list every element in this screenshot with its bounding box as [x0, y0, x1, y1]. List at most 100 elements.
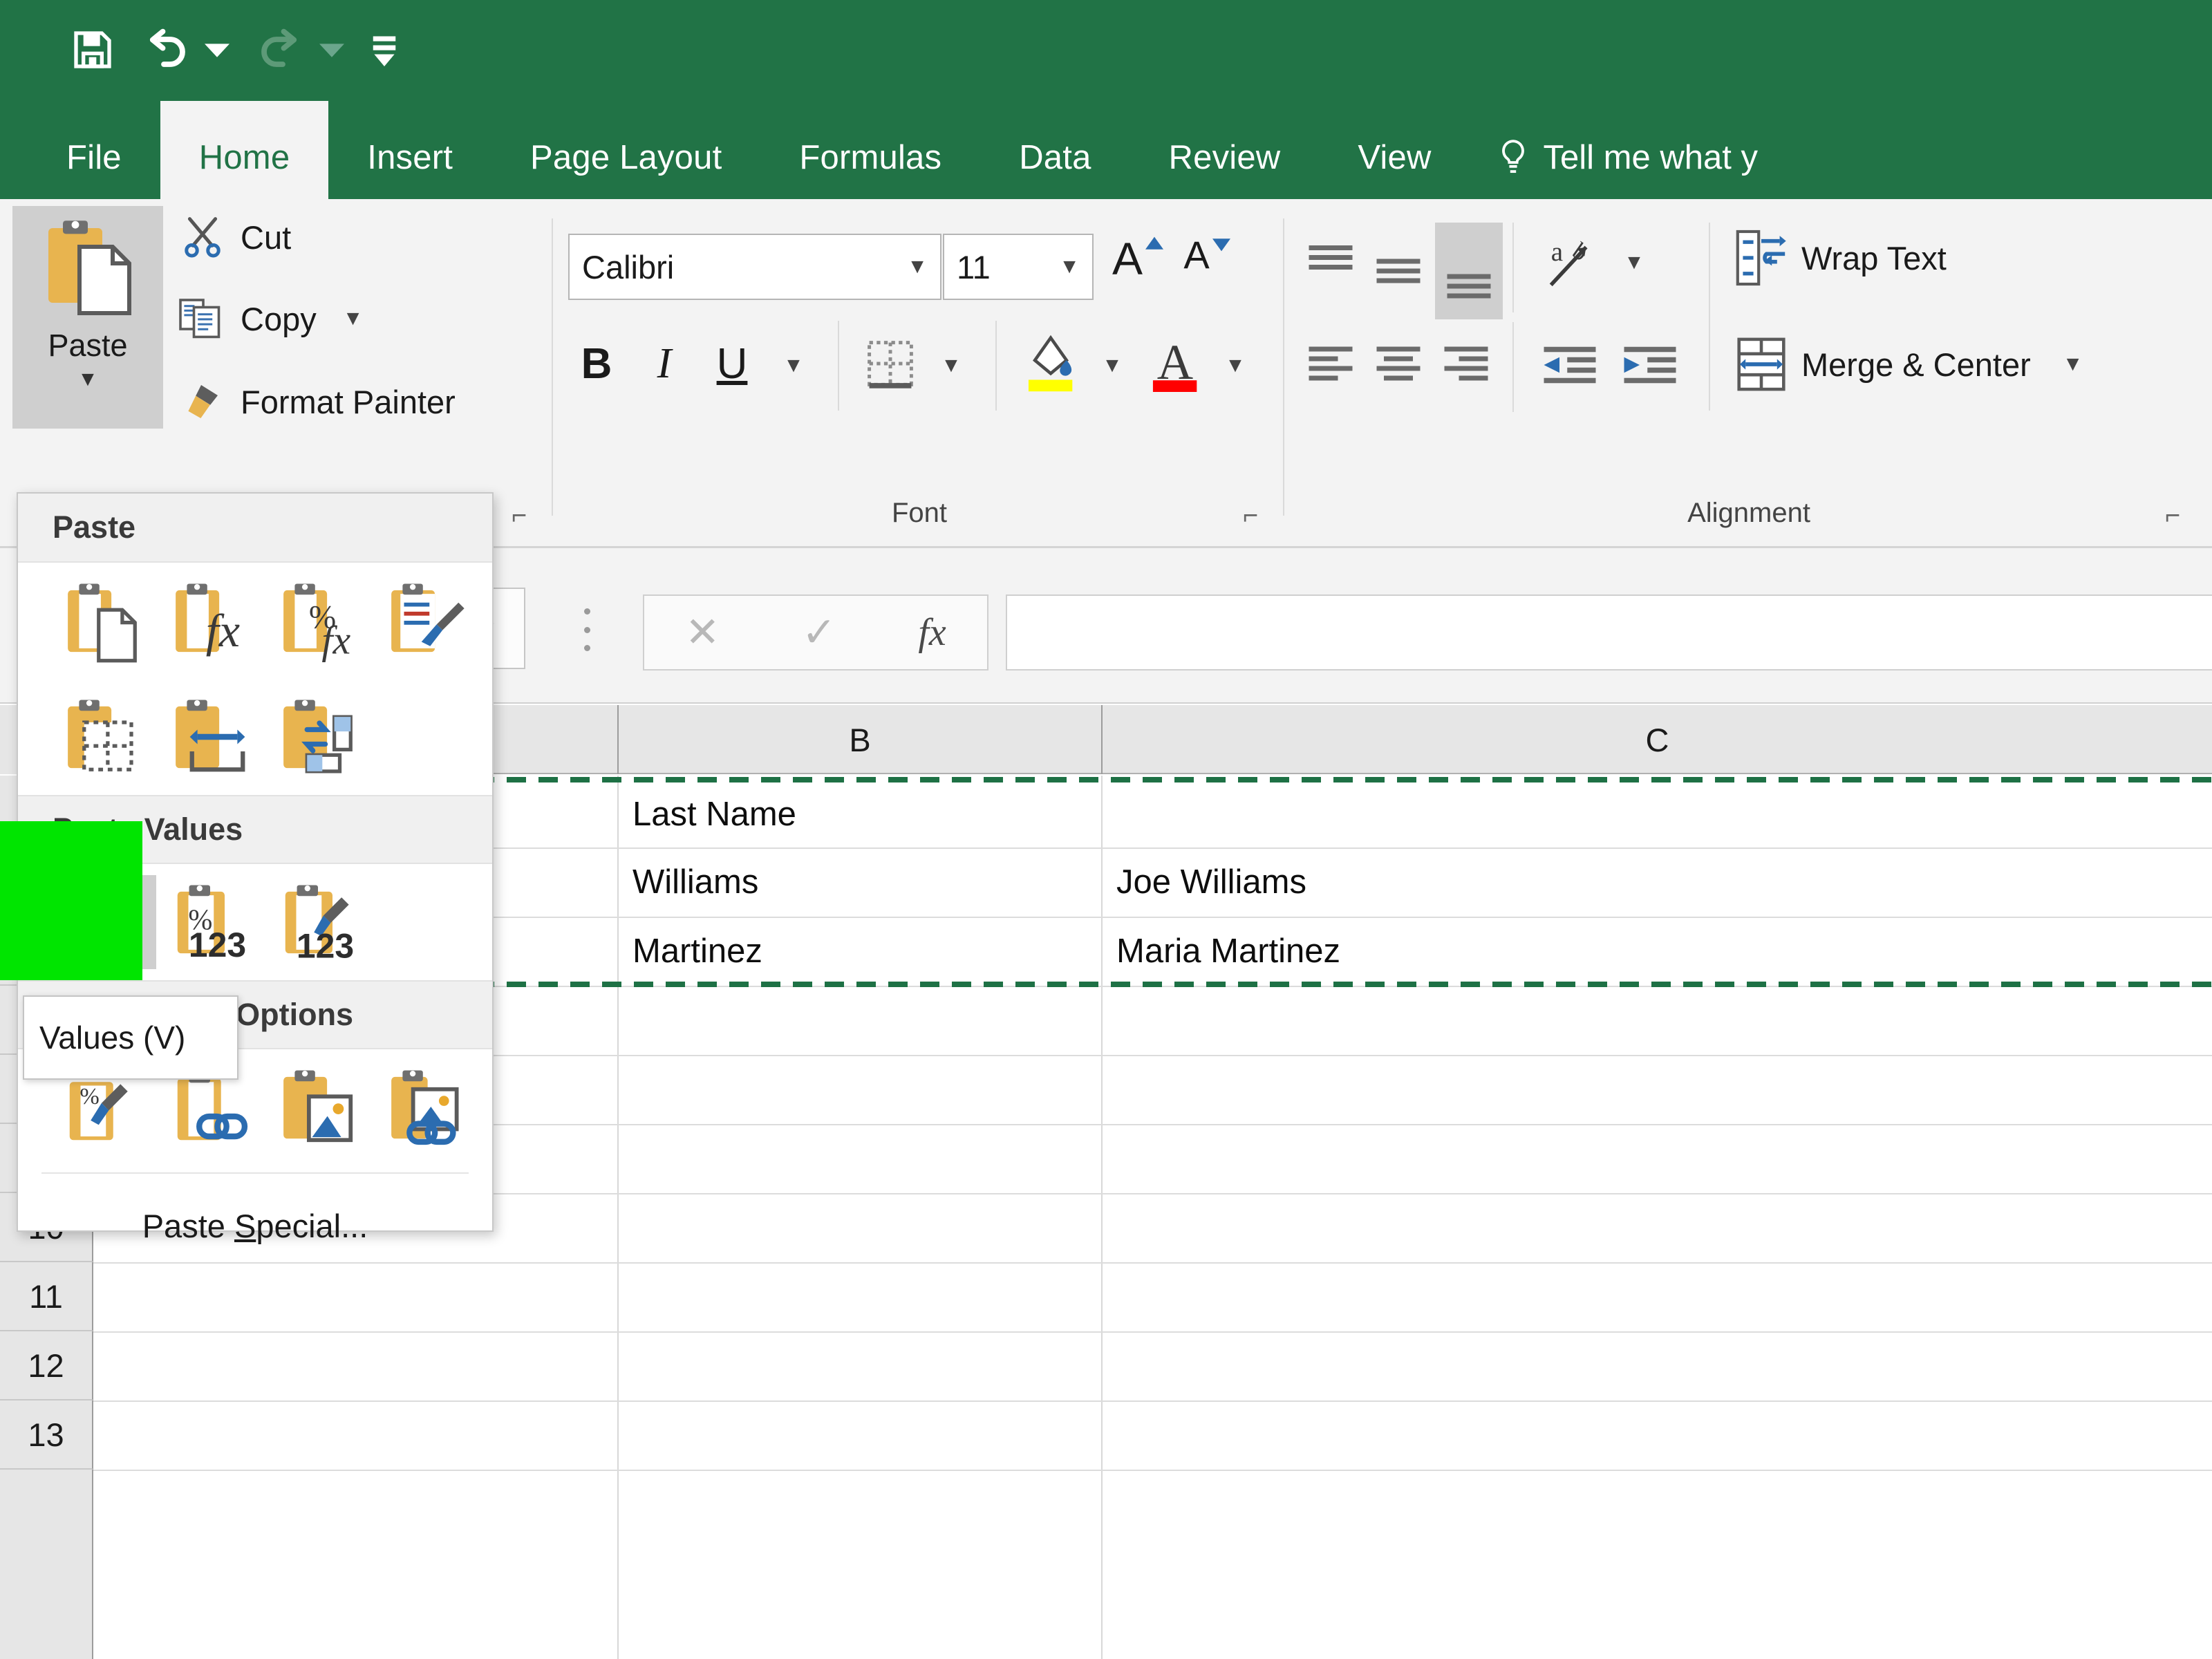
paste-dropdown-caret[interactable]: ▼	[77, 368, 98, 391]
underline-dropdown-button[interactable]: ▼	[773, 341, 814, 390]
paste-no-borders-button[interactable]	[48, 690, 156, 784]
increase-indent-button[interactable]	[1612, 329, 1688, 401]
copy-dropdown-caret[interactable]: ▼	[343, 307, 364, 330]
redo-dropdown-button[interactable]	[312, 17, 351, 83]
copy-button[interactable]: Copy ▼	[178, 297, 363, 340]
merge-center-button[interactable]: Merge & Center ▼	[1735, 335, 2083, 394]
alignment-dialog-launcher[interactable]: ⌐	[2165, 501, 2195, 532]
paste-formulas-number-formatting-button[interactable]: % fx	[264, 574, 372, 668]
align-center-button[interactable]	[1367, 329, 1430, 398]
customize-quick-access-toolbar-button[interactable]	[364, 17, 405, 83]
orientation-dropdown-button[interactable]: ▼	[1615, 241, 1653, 285]
chevron-down-icon[interactable]: ▼	[907, 255, 928, 279]
wrap-text-label: Wrap Text	[1801, 239, 1947, 276]
cut-button[interactable]: Cut	[181, 216, 291, 259]
font-color-button[interactable]: A	[1139, 325, 1211, 401]
cell-c4[interactable]	[1103, 781, 2212, 847]
formula-bar-grip[interactable]	[584, 608, 591, 651]
paste-all-button[interactable]	[48, 574, 156, 668]
paste-linked-picture-button[interactable]	[372, 1060, 480, 1154]
increase-font-size-button[interactable]: A	[1106, 232, 1170, 301]
font-family-combobox[interactable]: Calibri ▼	[568, 234, 941, 300]
tab-review[interactable]: Review	[1130, 116, 1320, 199]
chevron-down-icon[interactable]: ▼	[1059, 255, 1080, 279]
paintbrush-icon	[188, 385, 218, 418]
copy-label: Copy	[241, 300, 317, 337]
orientation-button[interactable]: a b	[1535, 225, 1611, 301]
tab-insert[interactable]: Insert	[328, 116, 491, 199]
align-top-icon	[1309, 245, 1353, 270]
column-header-b[interactable]: B	[619, 705, 1103, 774]
paste-special-label: Paste Special...	[142, 1207, 368, 1244]
paste-picture-button[interactable]	[264, 1060, 372, 1154]
row-header-13[interactable]: 13	[0, 1400, 93, 1470]
alignment-group-label: Alignment	[1687, 498, 1810, 528]
tab-page-layout[interactable]: Page Layout	[491, 116, 760, 199]
formula-input[interactable]	[1006, 594, 2212, 671]
clipboard-dialog-launcher[interactable]: ⌐	[512, 501, 542, 532]
fill-color-button[interactable]	[1015, 325, 1087, 401]
paste-formulas-icon: fx	[176, 583, 240, 657]
decrease-indent-icon	[1544, 346, 1596, 384]
svg-text:fx: fx	[206, 604, 240, 657]
quick-access-toolbar	[0, 0, 2212, 116]
align-top-button[interactable]	[1300, 225, 1362, 294]
chevron-down-icon: ▼	[1102, 354, 1123, 377]
align-middle-button[interactable]	[1367, 236, 1430, 306]
merge-center-dropdown-caret[interactable]: ▼	[2063, 353, 2083, 376]
font-size-combobox[interactable]: 11 ▼	[943, 234, 1094, 300]
fill-color-icon	[1028, 335, 1073, 392]
save-button[interactable]	[64, 17, 122, 83]
paste-keep-column-widths-button[interactable]	[156, 690, 264, 784]
tooltip-text: Values (V)	[39, 1020, 186, 1056]
align-right-button[interactable]	[1435, 329, 1497, 398]
paste-special-menu-item[interactable]: Paste Special...	[18, 1174, 492, 1277]
font-color-dropdown-button[interactable]: ▼	[1215, 341, 1255, 390]
tab-formulas[interactable]: Formulas	[760, 116, 980, 199]
underline-button[interactable]: U	[702, 330, 762, 397]
shrink-font-label: A	[1183, 233, 1210, 276]
decrease-indent-button[interactable]	[1532, 329, 1608, 401]
confirm-entry-button[interactable]: ✓	[802, 608, 836, 657]
row-header-12[interactable]: 12	[0, 1331, 93, 1400]
paste-button[interactable]: Paste ▼	[12, 206, 163, 429]
paste-formulas-button[interactable]: fx	[156, 574, 264, 668]
redo-button[interactable]	[249, 17, 312, 83]
tab-file[interactable]: File	[28, 116, 160, 199]
cell-c6[interactable]: Maria Martinez	[1103, 918, 2212, 984]
paste-values-source-formatting-button[interactable]: 123	[264, 875, 372, 969]
grow-font-label: A	[1112, 233, 1143, 284]
wrap-text-button[interactable]: Wrap Text	[1735, 228, 1947, 288]
decrease-font-size-button[interactable]: A	[1175, 232, 1239, 301]
excel-window: File Home Insert Page Layout Formulas Da…	[0, 0, 2212, 1659]
bold-button[interactable]: B	[567, 330, 626, 397]
column-header-c[interactable]: C	[1103, 705, 2212, 774]
fill-color-dropdown-button[interactable]: ▼	[1092, 341, 1132, 390]
italic-button[interactable]: I	[635, 330, 694, 397]
paste-transpose-button[interactable]	[264, 690, 372, 784]
undo-button[interactable]	[134, 17, 198, 83]
align-bottom-button[interactable]	[1435, 223, 1503, 319]
cell-b5[interactable]: Williams	[619, 849, 1101, 915]
tab-home[interactable]: Home	[160, 101, 329, 199]
cell-c5[interactable]: Joe Williams	[1103, 849, 2212, 915]
tab-data[interactable]: Data	[980, 116, 1130, 199]
underline-label: U	[716, 339, 748, 388]
svg-text:a: a	[1551, 237, 1563, 267]
svg-text:fx: fx	[321, 619, 350, 662]
borders-dropdown-button[interactable]: ▼	[930, 341, 972, 390]
undo-dropdown-button[interactable]	[198, 17, 236, 83]
font-size-value: 11	[957, 248, 991, 285]
paste-values-number-formatting-button[interactable]: % 123	[156, 875, 264, 969]
borders-button[interactable]	[856, 329, 925, 398]
tab-view[interactable]: View	[1319, 116, 1470, 199]
insert-function-button[interactable]: fx	[918, 610, 946, 655]
cell-b6[interactable]: Martinez	[619, 918, 1101, 984]
paste-formatting-button[interactable]	[372, 574, 480, 668]
tell-me-search[interactable]: Tell me what y	[1470, 116, 1758, 199]
cell-b4[interactable]: Last Name	[619, 781, 1101, 847]
cancel-entry-button[interactable]: ✕	[685, 608, 720, 657]
font-dialog-launcher[interactable]: ⌐	[1243, 501, 1273, 532]
align-left-button[interactable]	[1300, 329, 1362, 398]
format-painter-button[interactable]: Format Painter	[178, 380, 456, 423]
